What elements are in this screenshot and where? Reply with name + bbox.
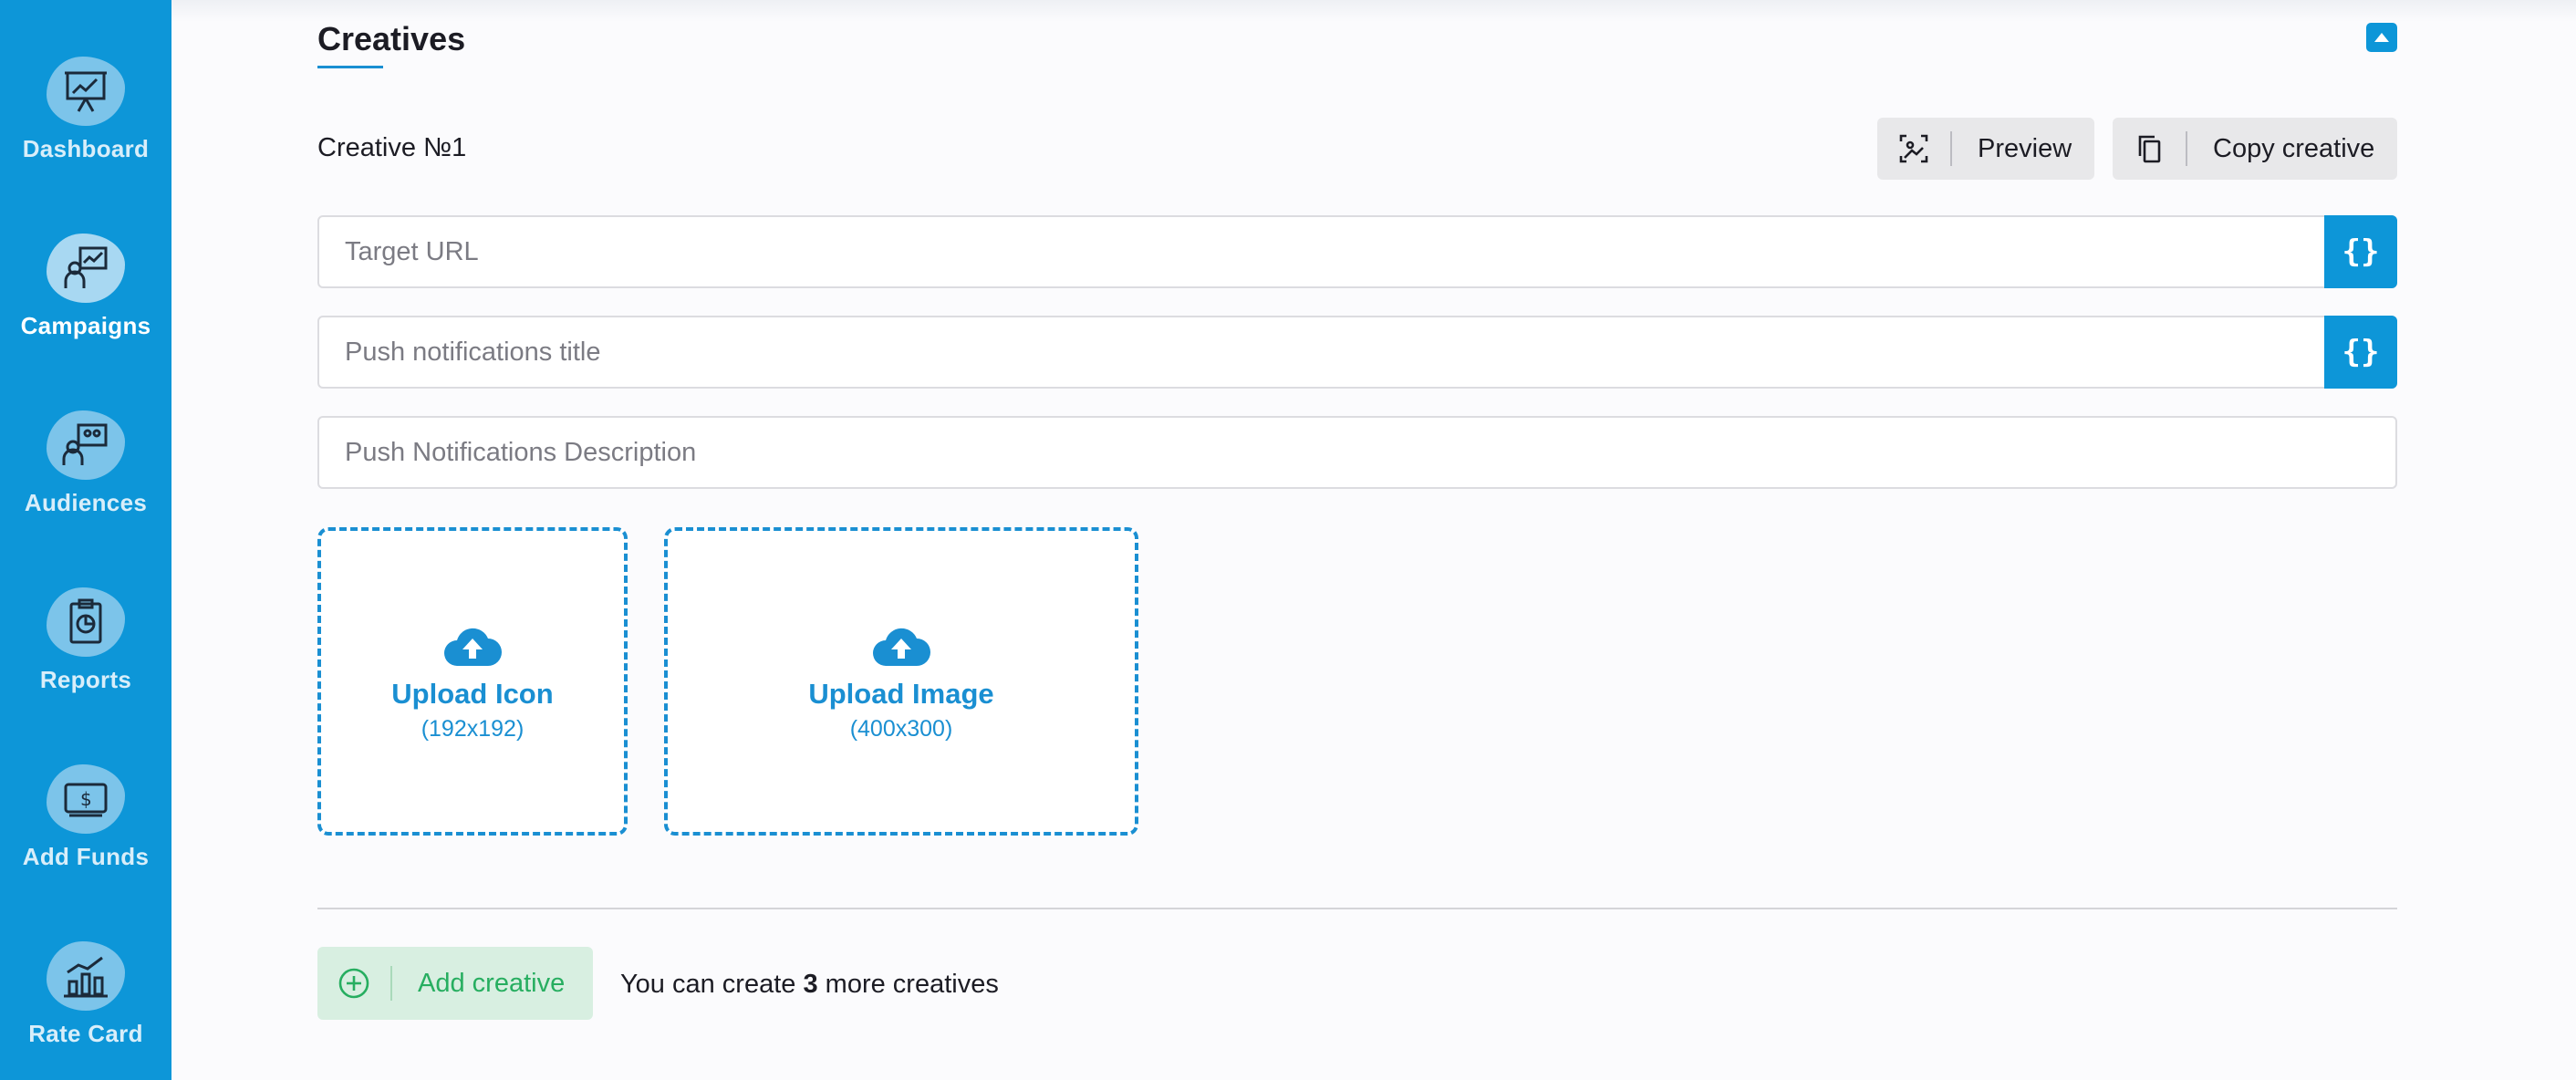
target-url-input[interactable] [319, 217, 2324, 286]
image-preview-icon [1877, 132, 1950, 165]
section-title: Creatives [317, 20, 466, 57]
upload-image-size: (400x300) [849, 716, 953, 742]
cloud-upload-icon [668, 626, 1135, 672]
add-creative-button[interactable]: Add creative [317, 947, 593, 1020]
collapse-button[interactable] [2366, 23, 2397, 52]
copy-creative-label: Copy creative [2213, 133, 2375, 163]
preview-label: Preview [1978, 133, 2072, 163]
preview-button[interactable]: Preview [1877, 118, 2094, 180]
sidebar-item-label: Add Funds [22, 843, 150, 870]
divider [317, 908, 2397, 909]
bar-chart-icon [47, 941, 125, 1011]
cloud-upload-icon [321, 626, 624, 672]
upload-icon-label: Upload Icon [391, 678, 554, 710]
push-title-input[interactable] [319, 317, 2324, 387]
plus-circle-icon [317, 967, 390, 1000]
target-url-field: {} [317, 215, 2397, 288]
campaign-chart-icon [47, 234, 125, 303]
sidebar-item-reports[interactable]: Reports [0, 587, 171, 694]
caret-up-icon [2374, 33, 2389, 42]
macro-button[interactable]: {} [2324, 316, 2397, 389]
top-shadow [171, 0, 2576, 22]
svg-text:$: $ [80, 788, 92, 810]
upload-image-label: Upload Image [808, 678, 994, 710]
creative-name: Creative №1 [317, 133, 467, 162]
presentation-chart-icon [47, 57, 125, 126]
push-description-input[interactable] [319, 418, 2395, 487]
creatives-remaining-note: You can create 3 more creatives [620, 970, 999, 1000]
upload-icon-dropzone[interactable]: Upload Icon (192x192) [317, 527, 628, 836]
add-creative-label: Add creative [418, 968, 566, 998]
sidebar-item-label: Rate Card [28, 1020, 143, 1047]
sidebar: Dashboard Campaigns Audiences Reports $ … [0, 0, 171, 1080]
report-clipboard-icon [47, 587, 125, 657]
macro-button[interactable]: {} [2324, 215, 2397, 288]
audience-icon [47, 410, 125, 480]
copy-icon [2113, 132, 2186, 165]
sidebar-item-add-funds[interactable]: $ Add Funds [0, 764, 171, 871]
sidebar-item-rate-card[interactable]: Rate Card [0, 941, 171, 1048]
money-icon: $ [47, 764, 125, 834]
copy-creative-button[interactable]: Copy creative [2113, 118, 2397, 180]
sidebar-item-audiences[interactable]: Audiences [0, 410, 171, 517]
note-suffix: more creatives [817, 970, 999, 999]
sidebar-item-label: Dashboard [22, 135, 150, 162]
push-title-field: {} [317, 316, 2397, 389]
sidebar-item-campaigns[interactable]: Campaigns [0, 234, 171, 340]
note-prefix: You can create [620, 970, 804, 999]
sidebar-item-label: Audiences [24, 489, 148, 516]
upload-image-dropzone[interactable]: Upload Image (400x300) [664, 527, 1138, 836]
remaining-count: 3 [803, 970, 818, 999]
push-description-field [317, 416, 2397, 489]
sidebar-item-dashboard[interactable]: Dashboard [0, 57, 171, 163]
sidebar-item-label: Campaigns [20, 312, 151, 339]
title-underline [317, 66, 383, 68]
upload-icon-size: (192x192) [421, 716, 525, 742]
sidebar-item-label: Reports [39, 666, 132, 693]
